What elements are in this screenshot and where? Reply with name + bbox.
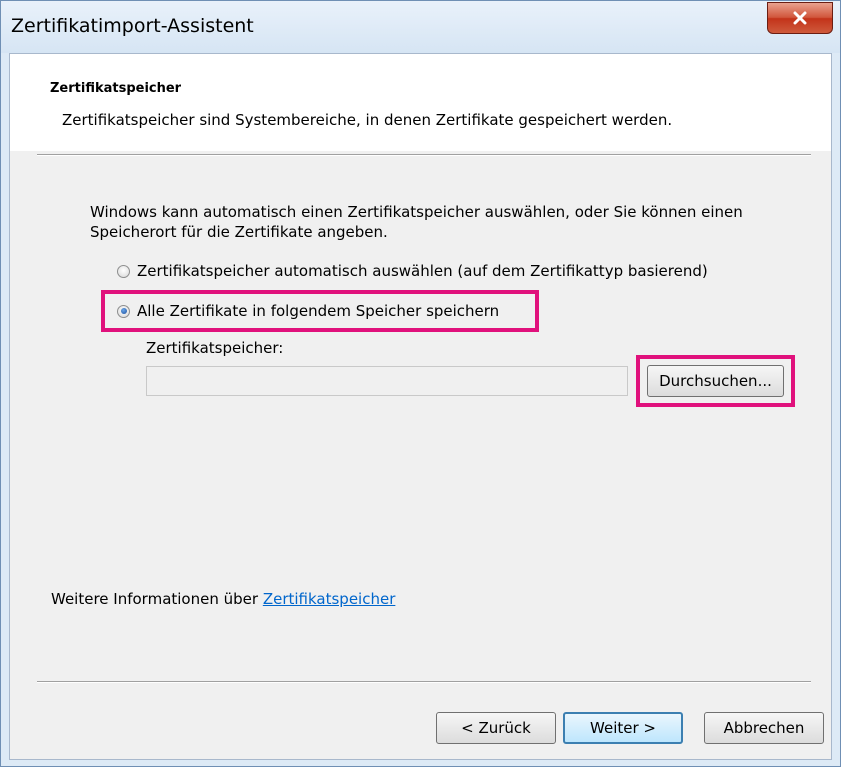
info-text: Weitere Informationen über [51,590,263,608]
radio-button-store-all[interactable] [117,304,130,318]
wizard-page: Zertifikatspeicher Zertifikatspeicher si… [9,53,832,760]
wizard-header: Zertifikatspeicher Zertifikatspeicher si… [10,54,831,151]
radio-auto-select[interactable]: Zertifikatspeicher automatisch auswählen… [117,260,708,282]
back-button[interactable]: < Zurück [436,712,556,744]
title-bar[interactable]: Zertifikatimport-Assistent [1,1,840,53]
header-divider [37,154,811,156]
close-button[interactable] [767,2,833,34]
store-input [146,366,628,396]
window-title: Zertifikatimport-Assistent [11,15,254,37]
page-title: Zertifikatspeicher [50,81,182,96]
next-button[interactable]: Weiter > [563,712,683,744]
close-icon [792,11,808,25]
radio-label-store-all: Alle Zertifikate in folgendem Speicher s… [137,302,500,320]
radio-store-all[interactable]: Alle Zertifikate in folgendem Speicher s… [117,300,499,322]
cancel-button[interactable]: Abbrechen [704,712,824,744]
footer-divider [37,681,811,683]
info-line: Weitere Informationen über Zertifikatspe… [51,590,395,608]
radio-label-auto: Zertifikatspeicher automatisch auswählen… [137,262,708,280]
store-label: Zertifikatspeicher: [146,339,284,357]
store-info-link[interactable]: Zertifikatspeicher [263,590,396,608]
browse-button[interactable]: Durchsuchen... [647,365,784,397]
intro-text: Windows kann automatisch einen Zertifika… [90,203,743,241]
dialog-window: Zertifikatimport-Assistent Zertifikatspe… [0,0,841,767]
radio-button-auto[interactable] [117,264,130,278]
page-description: Zertifikatspeicher sind Systembereiche, … [62,111,673,129]
